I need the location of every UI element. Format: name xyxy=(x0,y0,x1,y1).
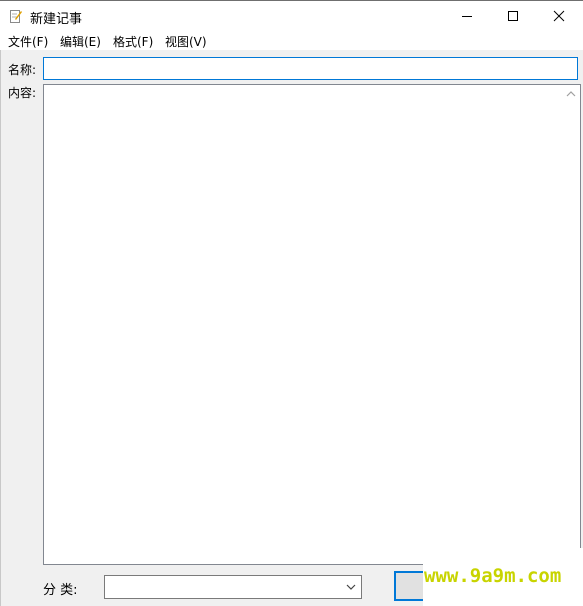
vertical-scrollbar[interactable] xyxy=(563,85,580,564)
minimize-button[interactable] xyxy=(444,1,490,31)
chevron-down-icon xyxy=(346,584,356,590)
minimize-icon xyxy=(462,16,472,17)
content-label: 内容: xyxy=(8,86,37,100)
watermark-text: www.9a9m.com xyxy=(424,565,562,587)
content-editor[interactable] xyxy=(43,84,581,565)
maximize-icon xyxy=(508,11,518,21)
title-bar[interactable]: 新建记事 xyxy=(0,0,583,31)
menu-file[interactable]: 文件(F) xyxy=(8,33,48,50)
close-icon xyxy=(553,10,565,22)
category-select[interactable] xyxy=(104,575,362,599)
menu-edit[interactable]: 编辑(E) xyxy=(60,33,101,50)
note-edit-icon xyxy=(10,9,22,23)
scroll-up-icon[interactable] xyxy=(566,91,576,97)
maximize-button[interactable] xyxy=(490,1,536,31)
category-label: 分 类: xyxy=(43,583,78,598)
menu-view[interactable]: 视图(V) xyxy=(165,33,207,50)
watermark: www.9a9m.com xyxy=(423,548,583,606)
window-edge xyxy=(0,50,1,606)
menu-bar: 文件(F) 编辑(E) 格式(F) 视图(V) xyxy=(0,31,583,50)
content-textarea[interactable] xyxy=(44,85,563,564)
name-label: 名称: xyxy=(8,63,37,77)
menu-format[interactable]: 格式(F) xyxy=(113,33,153,50)
name-input[interactable] xyxy=(43,57,578,80)
window-title: 新建记事 xyxy=(30,12,83,27)
close-button[interactable] xyxy=(536,1,582,31)
